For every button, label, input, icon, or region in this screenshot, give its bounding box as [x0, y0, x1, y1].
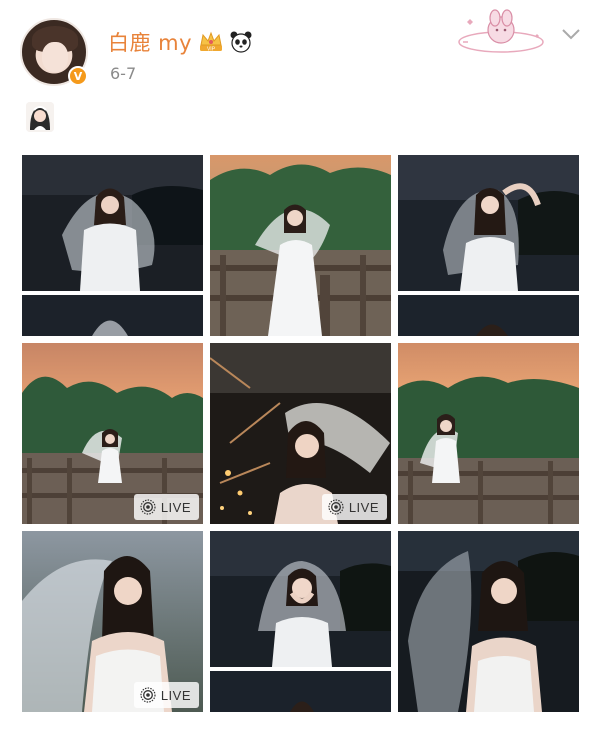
live-label: LIVE — [160, 499, 191, 515]
photo-5[interactable]: LIVE — [210, 343, 391, 524]
photo-grid: LIVE LIVE LIVE — [22, 155, 579, 712]
bride-emoji-icon — [26, 102, 54, 132]
live-photo-icon — [140, 687, 156, 703]
photo-6-image — [398, 343, 579, 524]
post-header: V 白鹿 my VIP 6-7 — [0, 0, 600, 145]
photo-1[interactable] — [22, 155, 203, 336]
photo-2[interactable] — [210, 155, 391, 336]
decorative-sticker-icon — [458, 9, 544, 53]
panda-icon — [230, 31, 252, 53]
name-row: 白鹿 my VIP — [108, 28, 252, 56]
live-badge[interactable]: LIVE — [321, 494, 387, 520]
live-label: LIVE — [160, 687, 191, 703]
live-photo-icon — [140, 499, 156, 515]
username[interactable]: 白鹿 my — [108, 27, 192, 57]
photo-8-image — [210, 531, 391, 712]
post-date: 6-7 — [110, 64, 137, 83]
photo-1-image — [22, 155, 203, 336]
live-label: LIVE — [348, 499, 379, 515]
photo-6[interactable] — [398, 343, 579, 524]
photo-3-image — [398, 155, 579, 336]
live-photo-icon — [328, 499, 344, 515]
photo-7[interactable]: LIVE — [22, 531, 203, 712]
photo-4[interactable]: LIVE — [22, 343, 203, 524]
photo-9-image — [398, 531, 579, 712]
svg-text:VIP: VIP — [207, 47, 216, 53]
photo-9[interactable] — [398, 531, 579, 712]
live-badge[interactable]: LIVE — [133, 494, 199, 520]
photo-8[interactable] — [210, 531, 391, 712]
photo-3[interactable] — [398, 155, 579, 336]
crown-icon: VIP — [200, 31, 223, 53]
verified-v-icon: V — [68, 66, 88, 86]
live-badge[interactable]: LIVE — [133, 682, 199, 708]
bride-emoji-avatar — [26, 102, 54, 132]
photo-2-image — [210, 155, 391, 336]
chevron-down-icon[interactable] — [560, 26, 582, 42]
